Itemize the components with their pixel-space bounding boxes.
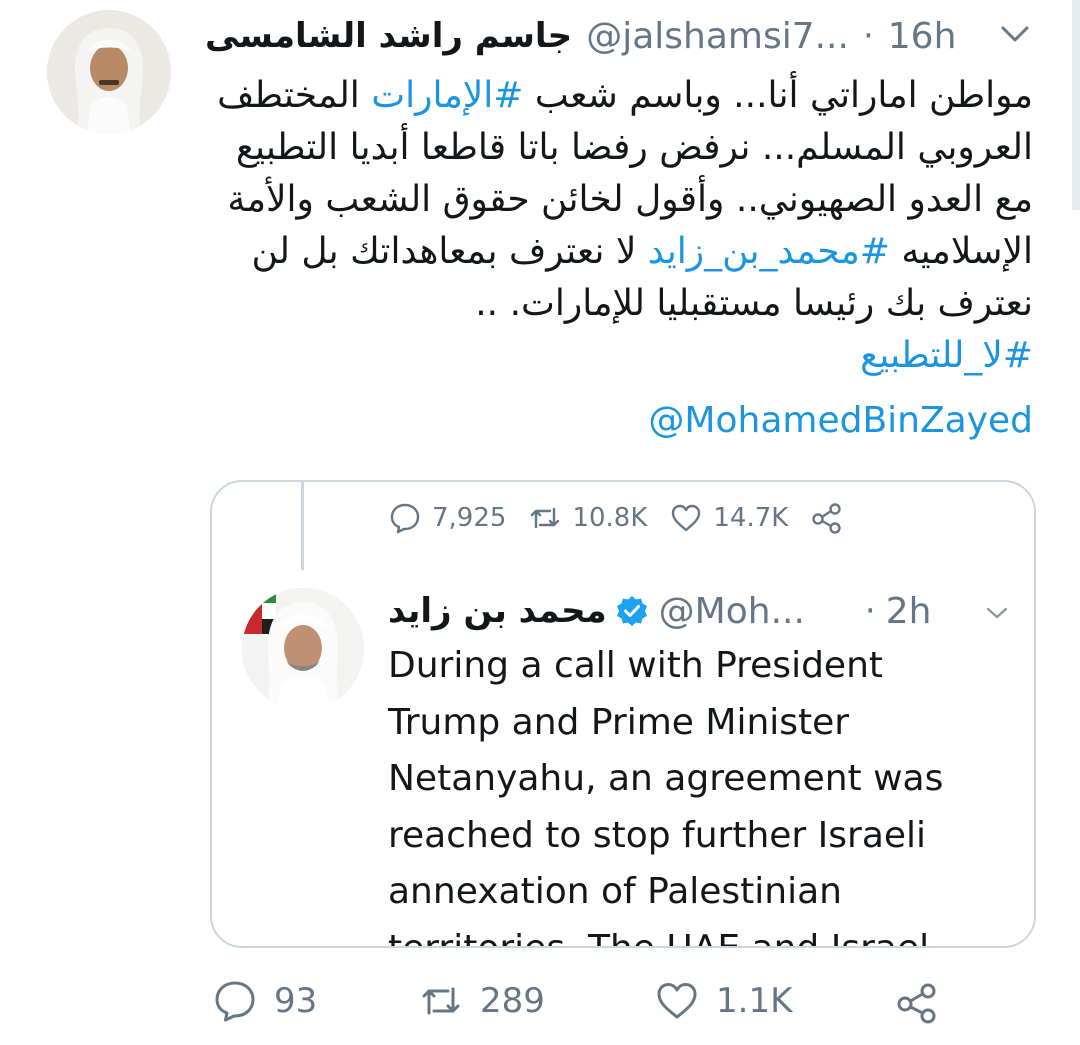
heart-icon — [657, 983, 697, 1019]
tweet-timestamp[interactable]: 16h — [888, 16, 957, 57]
tweet-text-line: #لا_للتطبيع — [180, 330, 1033, 382]
tweet-text-segment: نعترف بك رئيسا مستقبليا للإمارات. .. — [475, 283, 1033, 324]
like-action[interactable]: 1.1K — [654, 972, 792, 1030]
quoted-tweet-card[interactable]: 7,925 10.8K 14.7K محمد بن زايد @Moh... ·… — [210, 480, 1036, 948]
share-icon — [812, 503, 842, 534]
avatar-image — [47, 10, 171, 134]
tweet-text-line: نعترف بك رئيسا مستقبليا للإمارات. .. — [180, 278, 1033, 330]
quoted-retweet-action[interactable]: 10.8K — [528, 501, 647, 535]
tweet-actions: 93 289 1.1K — [210, 972, 970, 1030]
heart-icon — [672, 504, 701, 532]
quoted-retweet-count: 10.8K — [572, 503, 648, 533]
tweet-text-line: العروبي المسلم... نرفض رفضا باتا قاطعا أ… — [180, 122, 1033, 174]
tweet-text-segment: لا نعترف بمعاهداتك بل لن — [251, 231, 648, 272]
chevron-down-icon[interactable] — [998, 22, 1032, 46]
author-handle[interactable]: @jalshamsi7... — [586, 16, 849, 57]
quoted-text-line: reached to stop further Israeli — [388, 814, 927, 856]
thread-connector — [301, 482, 304, 570]
quoted-like-count: 14.7K — [713, 503, 789, 533]
tweet-text-segment: مع العدو الصهيوني.. وأقول لخائن حقوق الش… — [227, 179, 1033, 220]
quoted-timestamp[interactable]: 2h — [886, 591, 932, 632]
quoted-like-action[interactable]: 14.7K — [669, 501, 788, 535]
author-avatar[interactable] — [47, 10, 171, 134]
tweet-text-line: مواطن اماراتي أنا... وباسم شعب #الإمارات… — [180, 70, 1033, 122]
tweet-header: جاسم راشد الشامسى @jalshamsi7... · 16h — [205, 10, 1040, 62]
hashtag-link[interactable]: #الإمارات — [371, 75, 523, 116]
quoted-tweet-header: محمد بن زايد @Moh... · 2h — [388, 586, 1008, 636]
separator-dot: · — [862, 16, 874, 56]
retweet-arrows-icon — [422, 987, 460, 1015]
avatar-image — [242, 588, 364, 710]
quoted-text-line: Trump and Prime Minister — [388, 701, 850, 743]
tweet-text-segment: الإسلاميه — [889, 231, 1033, 272]
speech-bubble-icon — [215, 981, 255, 1022]
tweet-text-line: الإسلاميه #محمد_بن_زايد لا نعترف بمعاهدا… — [180, 226, 1033, 278]
quoted-text-line: territories. The UAE and Israel — [388, 927, 930, 948]
quoted-tweet-text: During a call with President Trump and P… — [388, 638, 1018, 948]
tweet-text-line: مع العدو الصهيوني.. وأقول لخائن حقوق الش… — [180, 174, 1033, 226]
reply-count: 93 — [274, 981, 318, 1021]
retweet-action[interactable]: 289 — [418, 972, 545, 1030]
mention-link[interactable]: @MohamedBinZayed — [560, 400, 1033, 441]
tweet-text-segment: العروبي المسلم... نرفض رفضا باتا قاطعا أ… — [235, 127, 1033, 168]
share-icon[interactable] — [894, 980, 940, 1026]
like-count: 1.1K — [716, 981, 793, 1021]
chevron-down-icon[interactable] — [984, 604, 1010, 622]
quoted-author-handle[interactable]: @Moh... — [659, 591, 805, 632]
quoted-author-avatar[interactable] — [242, 588, 364, 710]
tweet-text-segment: مواطن اماراتي أنا... وباسم شعب — [523, 75, 1033, 116]
quoted-author-name[interactable]: محمد بن زايد — [388, 591, 607, 631]
author-name[interactable]: جاسم راشد الشامسى — [205, 16, 572, 56]
reply-action[interactable]: 93 — [212, 972, 317, 1030]
speech-bubble-icon — [390, 503, 420, 534]
retweet-arrows-icon — [531, 507, 560, 529]
quoted-reply-count: 7,925 — [432, 503, 507, 533]
verified-badge-icon — [616, 596, 647, 626]
hashtag-link[interactable]: #لا_للتطبيع — [860, 335, 1033, 376]
tweet-text: مواطن اماراتي أنا... وباسم شعب #الإمارات… — [180, 70, 1033, 382]
quoted-separator-dot: · — [864, 591, 876, 631]
tweet-text-segment: المختطف — [217, 75, 372, 116]
quoted-text-line: Netanyahu, an agreement was — [388, 758, 944, 799]
scroll-edge — [1072, 0, 1080, 210]
hashtag-link[interactable]: #محمد_بن_زايد — [648, 231, 890, 272]
quoted-reply-action[interactable]: 7,925 — [388, 501, 506, 535]
retweet-count: 289 — [480, 981, 545, 1021]
quoted-text-line: During a call with President — [388, 645, 883, 686]
quoted-share-action[interactable] — [810, 501, 854, 535]
quoted-tweet-actions: 7,925 10.8K 14.7K — [388, 496, 876, 540]
quoted-text-line: annexation of Palestinian — [388, 871, 842, 912]
